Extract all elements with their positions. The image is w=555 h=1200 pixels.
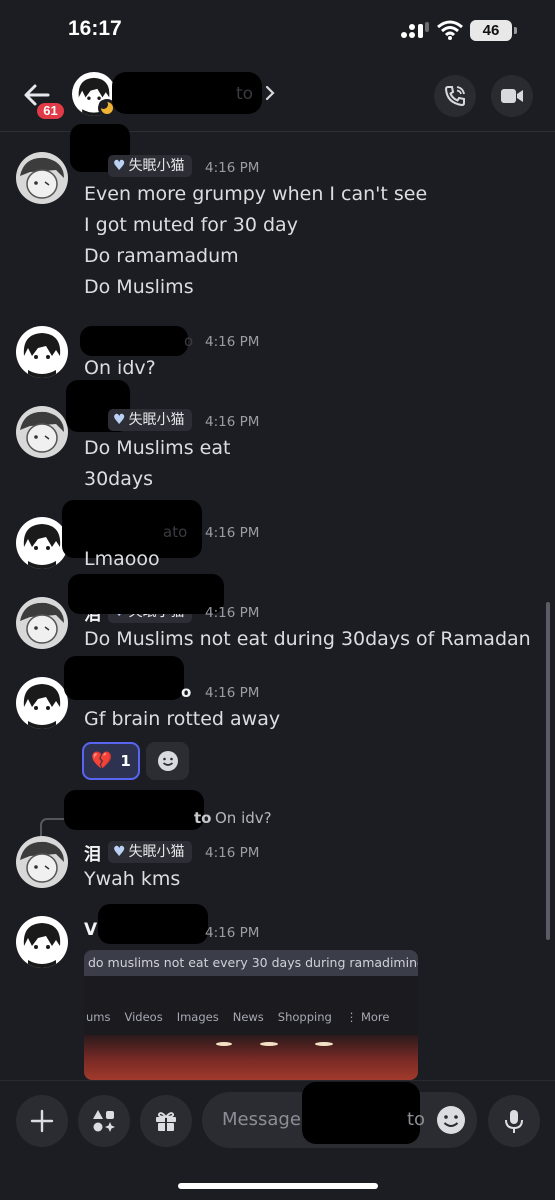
embed-tab: Images <box>176 1010 219 1024</box>
microphone-icon <box>505 1110 523 1133</box>
avatar-drawing-icon <box>20 157 64 199</box>
avatar-drawing-icon <box>23 333 61 378</box>
apps-button[interactable] <box>78 1095 130 1147</box>
redacted-name <box>64 790 204 830</box>
chevron-right-icon[interactable] <box>264 84 276 102</box>
timestamp: 4:16 PM <box>205 160 260 176</box>
user-avatar[interactable] <box>16 326 68 378</box>
reaction-broken-heart[interactable]: 💔 1 <box>82 742 140 780</box>
cellular-signal-icon <box>401 22 429 38</box>
emoji-icon[interactable] <box>435 1104 467 1136</box>
phone-icon <box>444 86 465 107</box>
embed-tab: News <box>232 1010 264 1024</box>
video-call-button[interactable] <box>491 75 533 117</box>
timestamp: 4:16 PM <box>205 525 260 541</box>
role-tag: ♥失眠小猫 <box>108 155 192 177</box>
role-tag-label: 失眠小猫 <box>128 412 185 428</box>
embed-search-text: do muslims not eat every 30 days during … <box>84 950 418 976</box>
role-tag: ♥失眠小猫 <box>108 409 192 431</box>
timestamp: 4:16 PM <box>205 605 260 621</box>
smiley-icon <box>157 751 178 771</box>
scrollbar[interactable] <box>546 602 550 940</box>
embed-tab: ums <box>86 1010 111 1024</box>
user-avatar[interactable] <box>16 406 68 458</box>
redacted-name <box>68 574 224 614</box>
redacted-name <box>98 904 208 944</box>
timestamp: 4:16 PM <box>205 414 260 430</box>
battery-indicator: 46 <box>470 20 517 41</box>
message-line: Gf brain rotted away <box>84 708 281 730</box>
embed-tab: ⋮ More <box>345 1010 390 1024</box>
redacted-name <box>80 326 188 356</box>
embed-search-tabs: ums Videos Images News Shopping ⋮ More <box>84 1010 418 1024</box>
message-placeholder-tail: to <box>407 1109 426 1130</box>
avatar-drawing-icon <box>20 411 64 453</box>
role-tag: ♥失眠小猫 <box>108 841 192 863</box>
home-indicator[interactable] <box>178 1183 378 1189</box>
unread-count-badge: 61 <box>35 101 66 121</box>
user-avatar[interactable] <box>16 517 68 569</box>
message-line: 30days <box>84 468 154 490</box>
message-line: Even more grumpy when I can't see <box>84 183 428 205</box>
avatar-drawing-icon <box>23 923 61 968</box>
apps-icon <box>93 1110 115 1132</box>
username[interactable]: ato <box>163 523 187 541</box>
add-reaction-button[interactable] <box>146 742 189 780</box>
user-avatar[interactable] <box>16 916 68 968</box>
embed-tab: Videos <box>124 1010 163 1024</box>
username[interactable]: o <box>181 683 191 701</box>
heart-icon: ♥ <box>113 844 126 860</box>
message-line: On idv? <box>84 357 156 379</box>
timestamp: 4:16 PM <box>205 845 260 861</box>
heart-icon: ♥ <box>113 412 126 428</box>
message-input[interactable]: Message @ to <box>202 1082 477 1148</box>
video-camera-icon <box>501 89 523 103</box>
plus-icon <box>30 1109 54 1133</box>
user-avatar[interactable] <box>16 836 68 888</box>
redacted-name <box>302 1082 420 1144</box>
avatar-drawing-icon <box>23 524 61 569</box>
user-avatar[interactable] <box>16 677 68 729</box>
message-line: Do Muslims not eat during 30days of Rama… <box>84 628 531 650</box>
message-line: Ywah kms <box>84 868 181 890</box>
redacted-name <box>64 656 184 700</box>
timestamp: 4:16 PM <box>205 685 260 701</box>
chat-header: 61 to <box>0 60 555 132</box>
avatar-drawing-icon <box>23 684 61 729</box>
gift-icon <box>156 1112 176 1131</box>
message-line: Do ramamadum <box>84 245 239 267</box>
role-tag-label: 失眠小猫 <box>128 844 185 860</box>
status-bar: 16:17 46 <box>0 0 555 60</box>
user-avatar[interactable] <box>16 597 68 649</box>
timestamp: 4:16 PM <box>205 334 260 350</box>
role-tag-label: 失眠小猫 <box>128 158 185 174</box>
image-attachment[interactable]: do muslims not eat every 30 days during … <box>84 950 418 1080</box>
timestamp: 4:16 PM <box>205 925 260 941</box>
header-name[interactable]: to <box>236 84 253 104</box>
reply-username[interactable]: to <box>194 809 211 827</box>
broken-heart-icon: 💔 <box>91 751 113 771</box>
avatar-drawing-icon <box>20 602 64 644</box>
heart-icon: ♥ <box>113 158 126 174</box>
status-time: 16:17 <box>68 17 122 40</box>
voice-message-button[interactable] <box>488 1095 540 1147</box>
message-line: Do Muslims <box>84 276 194 298</box>
message-composer: Message @ to <box>0 1080 555 1200</box>
reaction-count: 1 <box>120 752 131 770</box>
message-line: I got muted for 30 day <box>84 214 298 236</box>
username[interactable]: o <box>184 332 193 350</box>
gift-button[interactable] <box>140 1095 192 1147</box>
embed-lights-decoration <box>216 1042 333 1046</box>
wifi-icon <box>437 20 463 40</box>
message-line: Lmaooo <box>84 548 160 570</box>
username[interactable]: V <box>84 920 97 940</box>
user-avatar[interactable] <box>16 152 68 204</box>
reply-preview[interactable]: On idv? <box>215 809 272 827</box>
voice-call-button[interactable] <box>434 75 476 117</box>
username[interactable]: 泪 <box>84 840 101 865</box>
avatar-drawing-icon <box>20 841 64 883</box>
message-line: Do Muslims eat <box>84 437 231 459</box>
attach-button[interactable] <box>16 1095 68 1147</box>
embed-tab: Shopping <box>277 1010 332 1024</box>
